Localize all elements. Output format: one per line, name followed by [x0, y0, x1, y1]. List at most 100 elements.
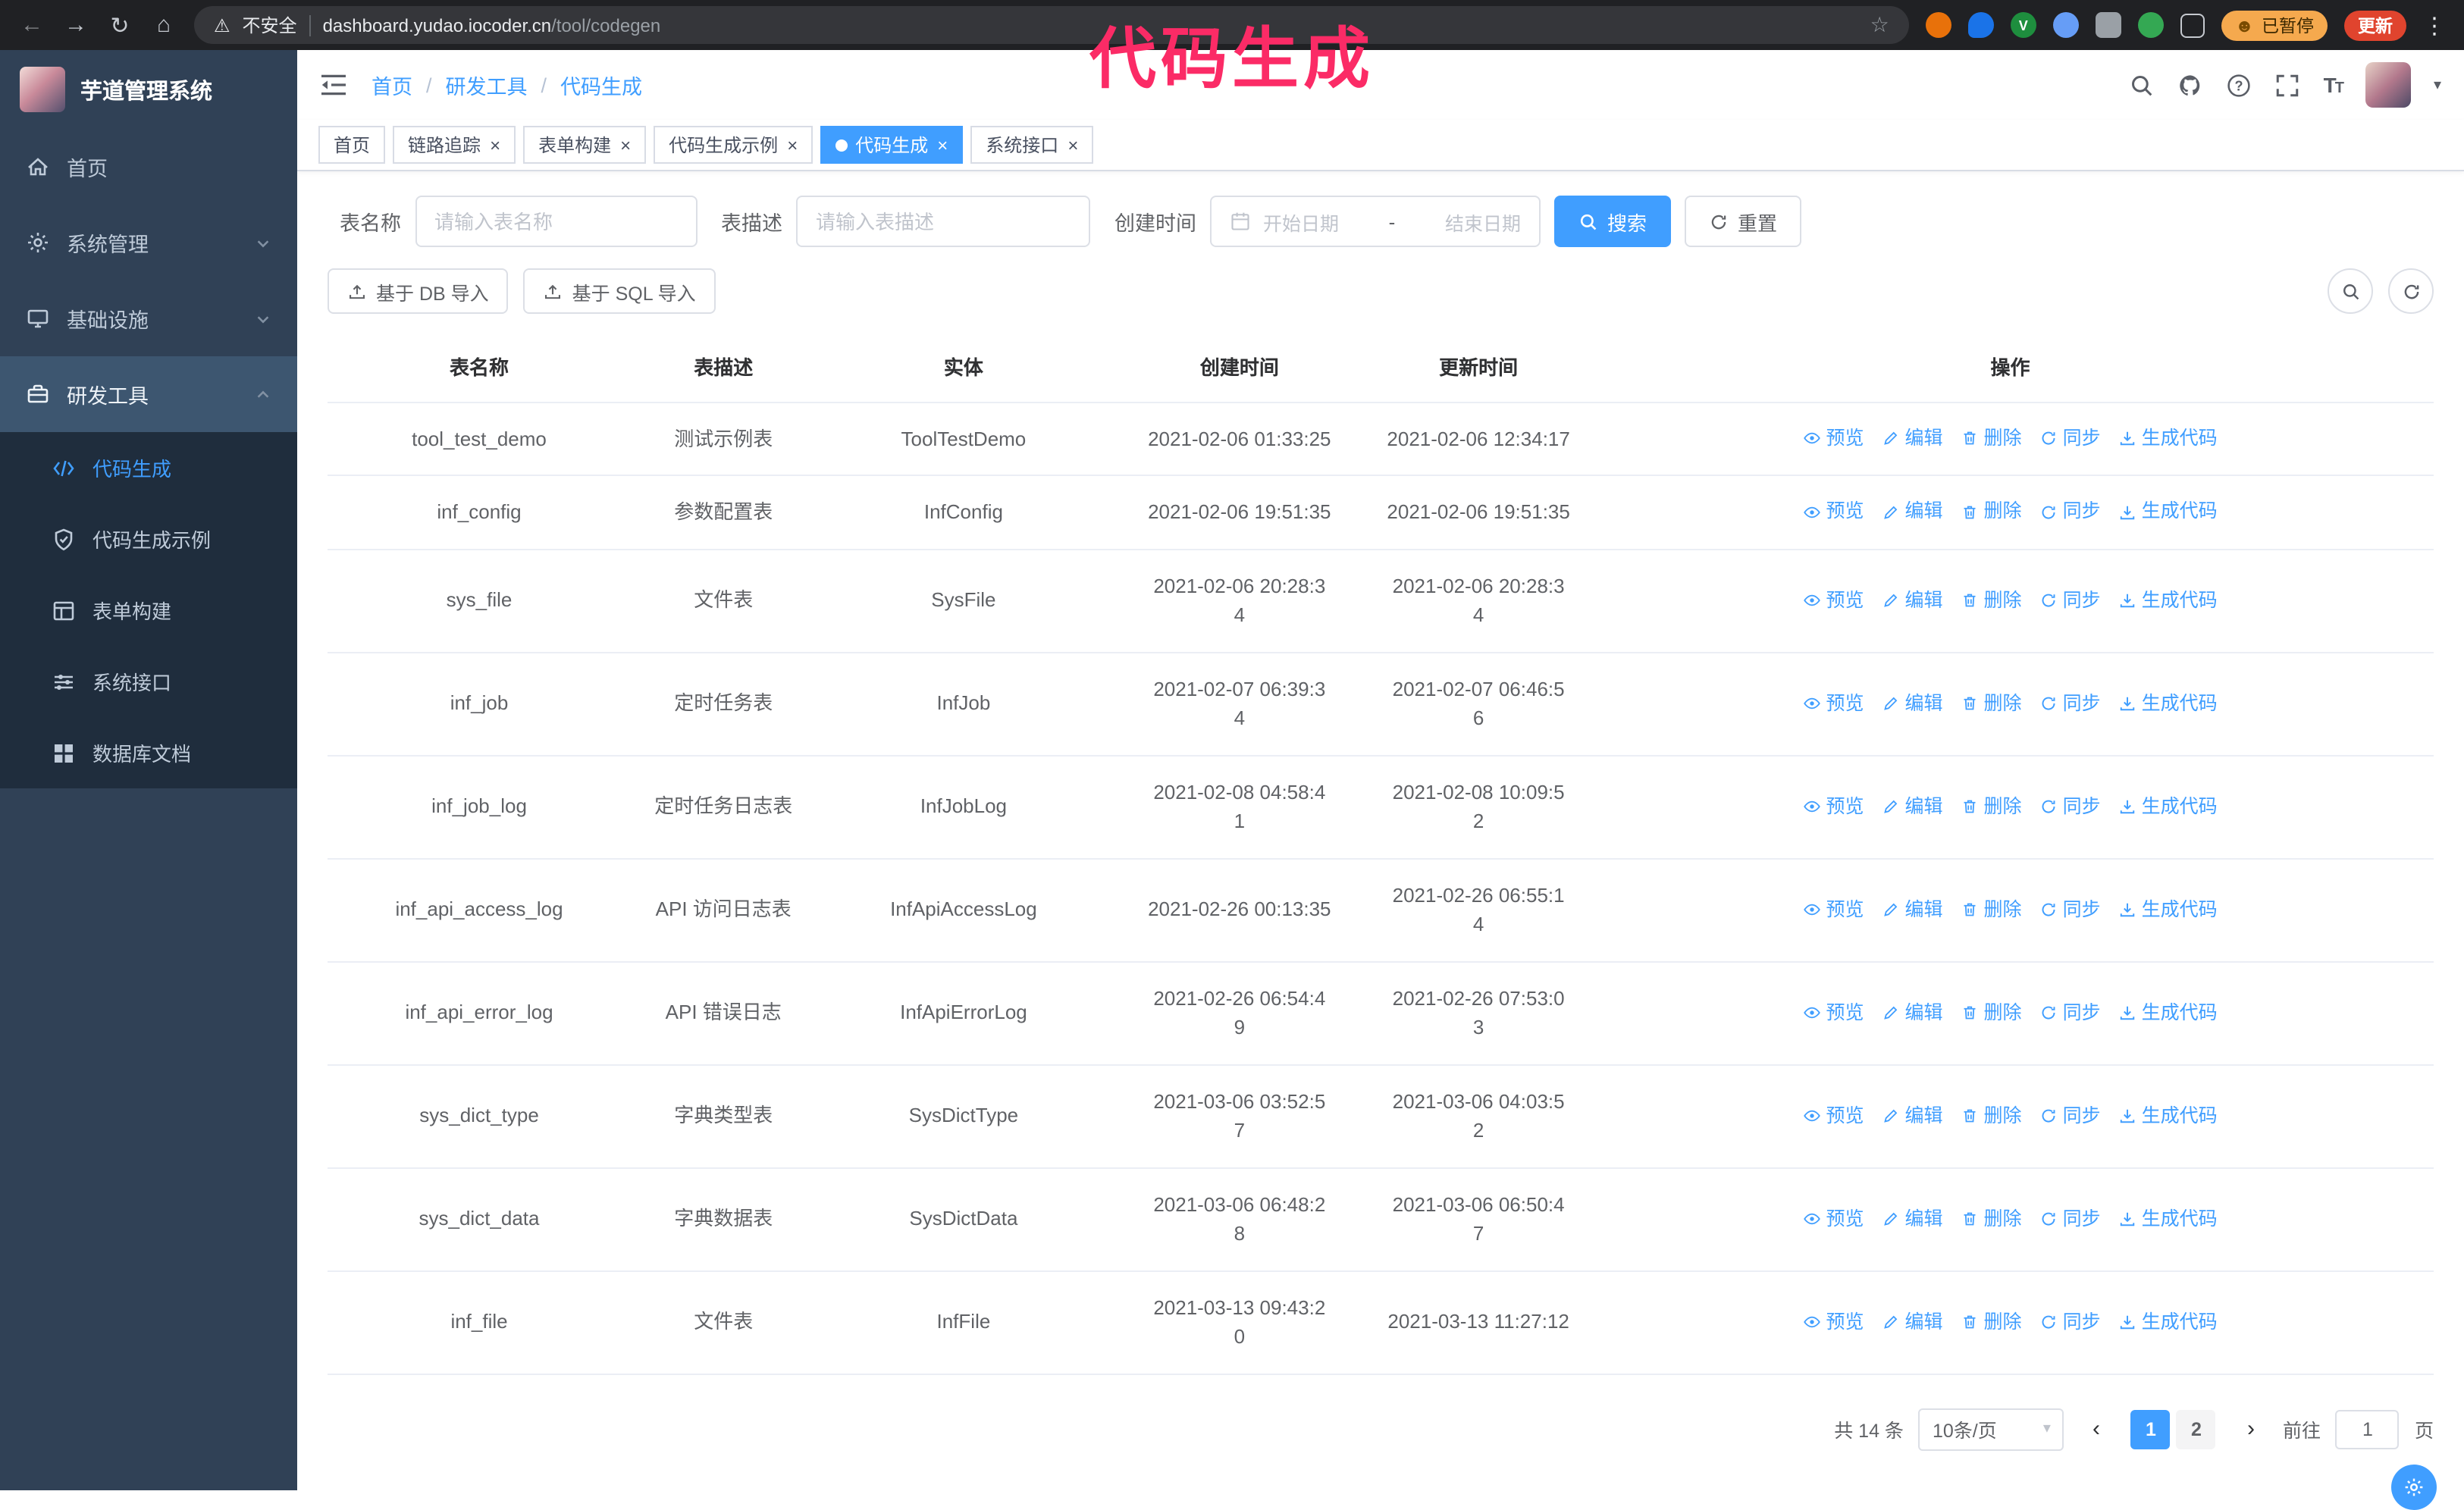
edit-link[interactable]: 编辑 — [1882, 424, 1943, 453]
browser-reload-icon[interactable]: ↻ — [106, 11, 133, 39]
extension-icon[interactable]: V — [2010, 12, 2036, 38]
tab-close-icon[interactable]: × — [620, 134, 631, 155]
sync-link[interactable]: 同步 — [2040, 1101, 2101, 1130]
edit-link[interactable]: 编辑 — [1882, 498, 1943, 527]
tab-item[interactable]: 系统接口 × — [970, 126, 1094, 164]
sidebar-item-form-builder[interactable]: 表单构建 — [0, 575, 297, 646]
edit-link[interactable]: 编辑 — [1882, 1205, 1943, 1233]
delete-link[interactable]: 删除 — [1961, 424, 2022, 453]
sidebar-item-db-docs[interactable]: 数据库文档 — [0, 717, 297, 788]
bookmark-star-icon[interactable]: ☆ — [1870, 12, 1889, 38]
next-page-button[interactable]: › — [2234, 1416, 2268, 1442]
preview-link[interactable]: 预览 — [1803, 1101, 1864, 1130]
extension-icon[interactable] — [1967, 12, 1994, 38]
tab-close-icon[interactable]: × — [787, 134, 798, 155]
preview-link[interactable]: 预览 — [1803, 1308, 1864, 1336]
edit-link[interactable]: 编辑 — [1882, 586, 1943, 615]
delete-link[interactable]: 删除 — [1961, 895, 2022, 924]
generate-code-link[interactable]: 生成代码 — [2119, 998, 2218, 1027]
breadcrumb-home[interactable]: 首页 — [371, 70, 412, 100]
extension-icon[interactable] — [1925, 12, 1951, 38]
tab-item[interactable]: 链路追踪 × — [393, 126, 516, 164]
sidebar-item-code-generation[interactable]: 代码生成 — [0, 432, 297, 503]
browser-home-icon[interactable]: ⌂ — [150, 12, 177, 38]
delete-link[interactable]: 删除 — [1961, 998, 2022, 1027]
preview-link[interactable]: 预览 — [1803, 895, 1864, 924]
help-icon[interactable]: ? — [2227, 72, 2252, 98]
table-desc-input[interactable] — [796, 196, 1090, 247]
import-sql-button[interactable]: 基于 SQL 导入 — [523, 268, 716, 314]
generate-code-link[interactable]: 生成代码 — [2119, 1308, 2218, 1336]
paused-badge[interactable]: ☻ 已暂停 — [2221, 10, 2328, 40]
delete-link[interactable]: 删除 — [1961, 1205, 2022, 1233]
extension-icon[interactable] — [2095, 12, 2121, 38]
sync-link[interactable]: 同步 — [2040, 498, 2101, 527]
sync-link[interactable]: 同步 — [2040, 586, 2101, 615]
sync-link[interactable]: 同步 — [2040, 1205, 2101, 1233]
delete-link[interactable]: 删除 — [1961, 792, 2022, 821]
edit-link[interactable]: 编辑 — [1882, 998, 1943, 1027]
chevron-down-icon[interactable]: ▾ — [2434, 77, 2441, 93]
generate-code-link[interactable]: 生成代码 — [2119, 895, 2218, 924]
search-button[interactable]: 搜索 — [1554, 196, 1672, 247]
edit-link[interactable]: 编辑 — [1882, 1308, 1943, 1336]
tab-item[interactable]: 表单构建 × — [523, 126, 647, 164]
sync-link[interactable]: 同步 — [2040, 998, 2101, 1027]
sidebar-item-system-mgmt[interactable]: 系统管理 — [0, 205, 297, 280]
generate-code-link[interactable]: 生成代码 — [2119, 498, 2218, 527]
preview-link[interactable]: 预览 — [1803, 424, 1864, 453]
tab-close-icon[interactable]: × — [937, 134, 948, 155]
page-size-select[interactable]: 10条/页 ▾ — [1918, 1408, 2064, 1450]
sync-link[interactable]: 同步 — [2040, 424, 2101, 453]
generate-code-link[interactable]: 生成代码 — [2119, 792, 2218, 821]
extension-icon[interactable] — [2052, 12, 2079, 38]
sync-link[interactable]: 同步 — [2040, 792, 2101, 821]
delete-link[interactable]: 删除 — [1961, 1101, 2022, 1130]
delete-link[interactable]: 删除 — [1961, 498, 2022, 527]
toggle-search-button[interactable] — [2328, 268, 2373, 314]
avatar[interactable] — [2365, 62, 2411, 108]
sidebar-item-home[interactable]: 首页 — [0, 129, 297, 205]
sync-link[interactable]: 同步 — [2040, 1308, 2101, 1336]
sidebar-item-dev-tools[interactable]: 研发工具 — [0, 356, 297, 432]
preview-link[interactable]: 预览 — [1803, 689, 1864, 718]
extensions-puzzle-icon[interactable] — [2180, 13, 2205, 37]
goto-page-input[interactable] — [2335, 1409, 2400, 1449]
generate-code-link[interactable]: 生成代码 — [2119, 1101, 2218, 1130]
edit-link[interactable]: 编辑 — [1882, 895, 1943, 924]
sidebar-item-system-api[interactable]: 系统接口 — [0, 646, 297, 717]
fullscreen-icon[interactable] — [2275, 72, 2301, 98]
edit-link[interactable]: 编辑 — [1882, 689, 1943, 718]
preview-link[interactable]: 预览 — [1803, 792, 1864, 821]
table-name-input[interactable] — [415, 196, 697, 247]
delete-link[interactable]: 删除 — [1961, 586, 2022, 615]
page-number-button[interactable]: 1 — [2130, 1409, 2171, 1449]
extension-icon[interactable] — [2137, 12, 2164, 38]
browser-menu-icon[interactable]: ⋮ — [2423, 11, 2446, 39]
browser-url-bar[interactable]: ⚠ 不安全 dashboard.yudao.iocoder.cn/tool/co… — [194, 6, 1909, 44]
preview-link[interactable]: 预览 — [1803, 498, 1864, 527]
reset-button[interactable]: 重置 — [1685, 196, 1802, 247]
page-number-button[interactable]: 2 — [2176, 1409, 2216, 1449]
sync-link[interactable]: 同步 — [2040, 895, 2101, 924]
tab-item[interactable]: 首页 — [318, 126, 386, 164]
breadcrumb-devtools[interactable]: 研发工具 — [446, 70, 528, 100]
update-button[interactable]: 更新 — [2344, 10, 2406, 40]
preview-link[interactable]: 预览 — [1803, 1205, 1864, 1233]
generate-code-link[interactable]: 生成代码 — [2119, 689, 2218, 718]
tab-item[interactable]: 代码生成示例 × — [654, 126, 813, 164]
generate-code-link[interactable]: 生成代码 — [2119, 586, 2218, 615]
tab-close-icon[interactable]: × — [490, 134, 500, 155]
settings-float-button[interactable] — [2391, 1465, 2437, 1510]
tab-close-icon[interactable]: × — [1067, 134, 1078, 155]
date-range-picker[interactable]: 开始日期 - 结束日期 — [1210, 196, 1541, 247]
edit-link[interactable]: 编辑 — [1882, 1101, 1943, 1130]
tab-item[interactable]: 代码生成 × — [820, 126, 964, 164]
browser-back-icon[interactable]: ← — [18, 12, 45, 38]
edit-link[interactable]: 编辑 — [1882, 792, 1943, 821]
refresh-table-button[interactable] — [2388, 268, 2434, 314]
generate-code-link[interactable]: 生成代码 — [2119, 1205, 2218, 1233]
sidebar-item-codegen-example[interactable]: 代码生成示例 — [0, 503, 297, 575]
delete-link[interactable]: 删除 — [1961, 1308, 2022, 1336]
github-icon[interactable] — [2178, 72, 2204, 98]
